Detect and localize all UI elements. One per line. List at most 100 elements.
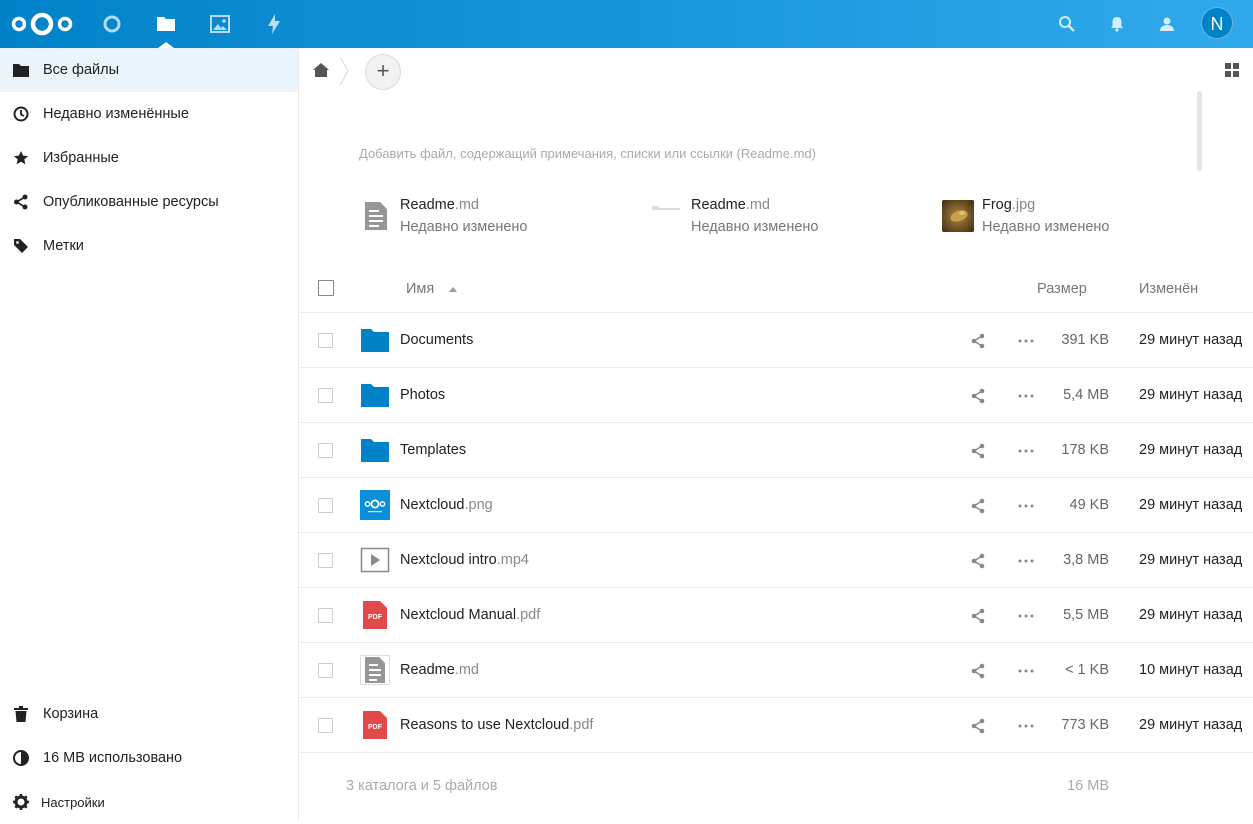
row-checkbox[interactable] — [318, 388, 333, 403]
file-modified: 29 минут назад — [1139, 332, 1243, 348]
file-name[interactable]: Nextcloud Manual.pdf — [400, 607, 540, 623]
table-row[interactable]: Nextcloud intro.mp4 3,8 MB 29 минут наза… — [299, 533, 1253, 588]
files-icon[interactable] — [154, 12, 178, 36]
file-name[interactable]: Readme.md — [400, 662, 479, 678]
sidebar-item-favorites[interactable]: Избранные — [0, 136, 298, 180]
column-name-header[interactable]: Имя — [406, 281, 434, 297]
new-file-button[interactable]: + — [365, 54, 401, 90]
file-modified: 10 минут назад — [1139, 662, 1243, 678]
row-checkbox[interactable] — [318, 608, 333, 623]
dashboard-icon[interactable] — [100, 12, 124, 36]
column-size-header[interactable]: Размер — [1037, 281, 1087, 297]
row-checkbox[interactable] — [318, 663, 333, 678]
more-options-icon[interactable] — [1017, 498, 1035, 514]
share-icon[interactable] — [970, 388, 986, 404]
file-modified: 29 минут назад — [1139, 717, 1243, 733]
sidebar-item-shares[interactable]: Опубликованные ресурсы — [0, 180, 298, 224]
nextcloud-logo[interactable] — [10, 11, 74, 37]
recent-file-item[interactable]: Readme.md Недавно изменено — [360, 196, 600, 240]
user-avatar[interactable]: N — [1201, 7, 1233, 39]
more-options-icon[interactable] — [1017, 718, 1035, 734]
file-name[interactable]: Nextcloud.png — [400, 497, 493, 513]
grid-view-icon[interactable] — [1225, 63, 1239, 77]
row-checkbox[interactable] — [318, 333, 333, 348]
top-header: N — [0, 0, 1253, 48]
file-name[interactable]: Documents — [400, 332, 473, 348]
select-all-checkbox[interactable] — [318, 280, 334, 296]
notifications-icon[interactable] — [1105, 12, 1129, 36]
more-options-icon[interactable] — [1017, 608, 1035, 624]
sidebar-item-recent[interactable]: Недавно изменённые — [0, 92, 298, 136]
table-row[interactable]: PDF Nextcloud Manual.pdf 5,5 MB 29 минут… — [299, 588, 1253, 643]
recent-file-subtitle: Недавно изменено — [691, 219, 819, 235]
text-preview-icon — [652, 206, 680, 210]
file-name[interactable]: Nextcloud intro.mp4 — [400, 552, 529, 568]
file-name[interactable]: Photos — [400, 387, 445, 403]
readme-scrollbar[interactable] — [1197, 91, 1202, 171]
recent-file-name: Readme.md — [400, 197, 479, 213]
files-summary-size: 16 MB — [1067, 778, 1109, 794]
file-size: 5,5 MB — [1063, 607, 1109, 623]
video-icon — [360, 547, 390, 573]
search-icon[interactable] — [1055, 12, 1079, 36]
table-row[interactable]: Nextcloud.png 49 KB 29 минут назад — [299, 478, 1253, 533]
row-checkbox[interactable] — [318, 443, 333, 458]
column-modified-header[interactable]: Изменён — [1139, 281, 1198, 297]
more-options-icon[interactable] — [1017, 443, 1035, 459]
file-size: 178 KB — [1061, 442, 1109, 458]
sidebar: Все файлы Недавно изменённые Избранные О… — [0, 48, 299, 821]
sidebar-item-label: Недавно изменённые — [43, 106, 189, 122]
files-main: + Добавить файл, содержащий примечания, … — [299, 48, 1253, 821]
recent-file-item[interactable]: Frog.jpg Недавно изменено — [942, 196, 1182, 240]
sidebar-item-trash[interactable]: Корзина — [0, 692, 298, 736]
contacts-icon[interactable] — [1155, 12, 1179, 36]
share-icon[interactable] — [970, 443, 986, 459]
sidebar-item-all-files[interactable]: Все файлы — [0, 48, 298, 92]
more-options-icon[interactable] — [1017, 663, 1035, 679]
sidebar-item-settings[interactable]: Настройки — [0, 780, 298, 824]
table-row[interactable]: PDF Reasons to use Nextcloud.pdf 773 KB … — [299, 698, 1253, 753]
share-icon[interactable] — [970, 333, 986, 349]
text-file-icon — [365, 202, 387, 230]
folder-icon — [12, 62, 29, 79]
folder-icon — [361, 329, 389, 352]
file-name[interactable]: Reasons to use Nextcloud.pdf — [400, 717, 593, 733]
folder-icon — [361, 439, 389, 462]
gear-icon — [12, 794, 29, 811]
more-options-icon[interactable] — [1017, 388, 1035, 404]
trash-icon — [12, 706, 29, 723]
activity-icon[interactable] — [262, 12, 286, 36]
home-icon[interactable] — [313, 62, 329, 78]
table-row[interactable]: Photos 5,4 MB 29 минут назад — [299, 368, 1253, 423]
share-icon[interactable] — [970, 498, 986, 514]
more-options-icon[interactable] — [1017, 333, 1035, 349]
row-checkbox[interactable] — [318, 553, 333, 568]
breadcrumb-separator — [339, 57, 349, 85]
file-size: 391 KB — [1061, 332, 1109, 348]
table-row[interactable]: Readme.md < 1 KB 10 минут назад — [299, 643, 1253, 698]
file-name[interactable]: Templates — [400, 442, 466, 458]
sidebar-item-label: Опубликованные ресурсы — [43, 194, 219, 210]
sidebar-item-quota[interactable]: 16 MB использовано — [0, 736, 298, 780]
sidebar-item-tags[interactable]: Метки — [0, 224, 298, 268]
file-size: < 1 KB — [1065, 662, 1109, 678]
quota-pie-icon — [12, 750, 29, 767]
row-checkbox[interactable] — [318, 498, 333, 513]
file-size: 773 KB — [1061, 717, 1109, 733]
share-icon[interactable] — [970, 718, 986, 734]
recent-file-name: Frog.jpg — [982, 197, 1036, 213]
table-row[interactable]: Templates 178 KB 29 минут назад — [299, 423, 1253, 478]
text-file-icon — [360, 655, 390, 685]
more-options-icon[interactable] — [1017, 553, 1035, 569]
share-icon[interactable] — [970, 663, 986, 679]
svg-text:PDF: PDF — [368, 614, 383, 621]
row-checkbox[interactable] — [318, 718, 333, 733]
recent-file-name: Readme.md — [691, 197, 770, 213]
share-icon[interactable] — [970, 553, 986, 569]
star-icon — [12, 150, 29, 167]
table-row[interactable]: Documents 391 KB 29 минут назад — [299, 313, 1253, 368]
readme-placeholder[interactable]: Добавить файл, содержащий примечания, сп… — [359, 146, 816, 161]
photos-icon[interactable] — [208, 12, 232, 36]
recent-file-item[interactable]: Readme.md Недавно изменено — [651, 196, 891, 240]
share-icon[interactable] — [970, 608, 986, 624]
